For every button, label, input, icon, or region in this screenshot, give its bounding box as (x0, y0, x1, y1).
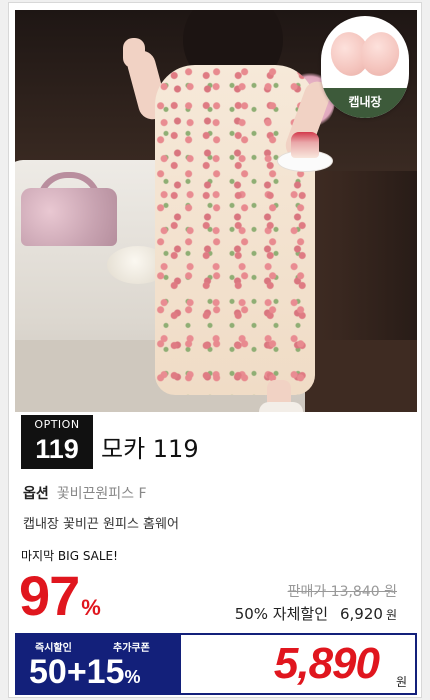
bra-cup-label: 캡내장 (321, 88, 409, 118)
option-value: 꽃비끈원피스 F (56, 486, 147, 502)
option-number: 119 (35, 434, 79, 464)
product-card[interactable]: 캡내장 OPTION 119 모카 119 옵션 꽃비끈원피스 F 캡내장 꽃비끈… (8, 2, 422, 698)
product-name[interactable]: 모카 119 (101, 429, 199, 464)
product-description: 캡내장 꽃비끈 원피스 홈웨어 (23, 517, 179, 532)
coupon-value: 50+15% (29, 653, 141, 692)
extra-coupon-label: 추가쿠폰 (113, 643, 150, 654)
coupon-value-number: 50+15 (29, 653, 125, 691)
coupon-value-unit: % (124, 667, 141, 687)
coupon-block: 즉시할인 추가쿠폰 50+15% (17, 635, 181, 693)
model-hand (123, 38, 145, 68)
bra-cup-icon (356, 28, 404, 80)
option-number-box: OPTION 119 (21, 415, 93, 469)
strawberry-cake (291, 132, 319, 158)
original-price: 판매가 13,840 원 (287, 584, 397, 600)
final-price-won: 원 (395, 675, 407, 689)
floral-dress (155, 65, 315, 395)
option-key: 옵션 (23, 486, 49, 502)
self-discount-won: 원 (385, 608, 397, 622)
self-discount-price: 6,920 (340, 605, 383, 623)
self-discount-label: 50% 자체할인 (234, 605, 328, 623)
final-price: 5,890 (273, 639, 380, 688)
option-label: OPTION (34, 418, 80, 431)
final-price-bar[interactable]: 즉시할인 추가쿠폰 50+15% 5,890 원 (15, 633, 417, 695)
discount-number: 97 (19, 564, 80, 627)
discount-unit: % (81, 595, 101, 620)
instant-discount-label: 즉시할인 (35, 643, 72, 654)
discount-percent: 97% (19, 563, 101, 628)
bra-cup-badge: 캡내장 (321, 16, 409, 118)
model-shoe (259, 402, 303, 412)
self-discount: 50% 자체할인 6,920 원 (235, 603, 397, 624)
sale-headline: 마지막 BIG SALE! (21, 549, 118, 563)
product-photo[interactable]: 캡내장 (15, 10, 417, 412)
handbag (21, 188, 117, 246)
option-line: 옵션 꽃비끈원피스 F (23, 483, 147, 503)
